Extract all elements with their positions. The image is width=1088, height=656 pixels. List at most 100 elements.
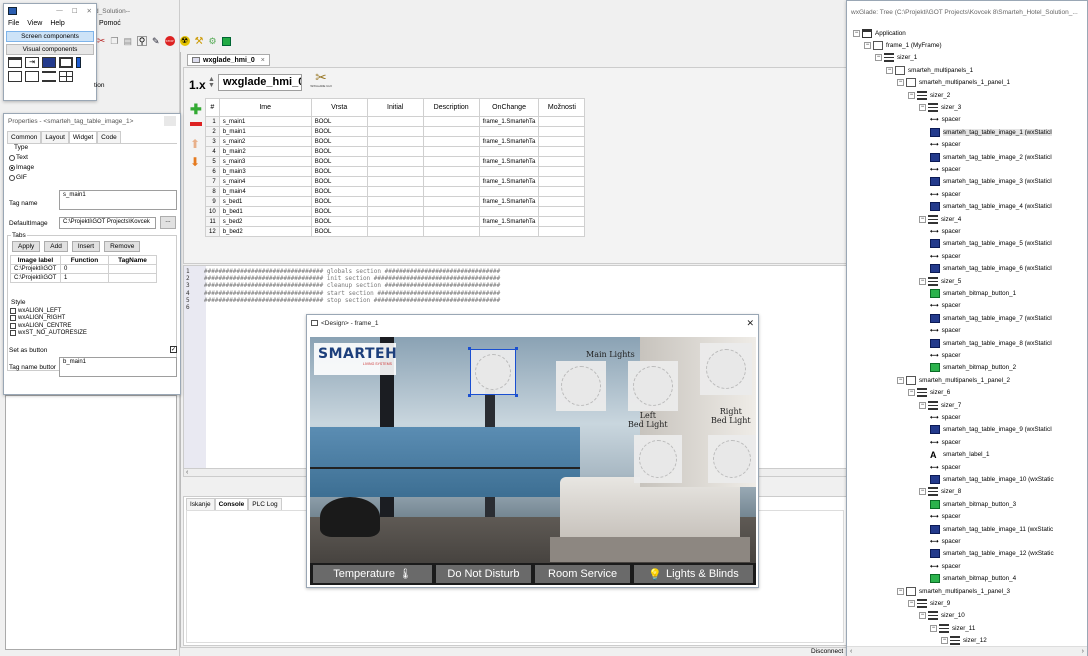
table-cell[interactable]: BOOL: [310, 176, 368, 187]
tree-item[interactable]: − sizer_12: [941, 635, 987, 645]
table-cell[interactable]: [478, 166, 540, 177]
move-down-icon[interactable]: ⬇: [190, 155, 200, 169]
collapse-icon[interactable]: −: [897, 376, 904, 384]
col-header[interactable]: TagName: [108, 255, 157, 265]
table-cell[interactable]: [366, 216, 424, 227]
tree-item[interactable]: smarteh_tag_table_image_9 (wxStaticI: [930, 424, 1052, 436]
table-cell[interactable]: [538, 136, 586, 147]
tab-widget[interactable]: Widget: [68, 131, 98, 143]
table-cell[interactable]: frame_1.SmartehTa: [478, 176, 540, 187]
collapse-icon[interactable]: −: [864, 41, 871, 49]
table-cell[interactable]: BOOL: [310, 226, 368, 237]
table-cell[interactable]: [366, 136, 424, 147]
tree-item[interactable]: − Application: [853, 27, 906, 39]
maximize-icon[interactable]: ☐: [72, 7, 78, 15]
table-cell[interactable]: s_main3: [218, 156, 312, 167]
stop-icon[interactable]: STOP: [164, 36, 175, 46]
pencil-icon[interactable]: ✎: [152, 36, 160, 47]
col-header[interactable]: Function: [60, 255, 109, 265]
tree-hscroll[interactable]: ‹ ›: [847, 646, 1087, 656]
table-row[interactable]: 3 s_main2 BOOL frame_1.SmartehTa: [205, 136, 586, 147]
panel-tool-icon[interactable]: [8, 57, 22, 68]
table-cell[interactable]: [366, 116, 424, 127]
table-cell[interactable]: 2: [205, 126, 220, 137]
collapse-icon[interactable]: −: [897, 587, 904, 595]
table-row[interactable]: 5 s_main3 BOOL frame_1.SmartehTa: [205, 156, 586, 167]
table-cell[interactable]: BOOL: [310, 196, 368, 207]
table-cell[interactable]: 6: [205, 166, 220, 177]
col-header[interactable]: OnChange: [478, 98, 540, 117]
tree-item[interactable]: − sizer_1: [875, 52, 917, 64]
table-row[interactable]: C:\Projekti\GOT 0: [10, 264, 157, 274]
tree-item[interactable]: − sizer_5: [919, 275, 961, 287]
tree-item[interactable]: smarteh_tag_table_image_7 (wxStaticI: [930, 312, 1052, 324]
menu-file[interactable]: File: [8, 20, 19, 27]
tree-item[interactable]: ⟷ spacer: [930, 114, 961, 126]
table-cell[interactable]: BOOL: [310, 166, 368, 177]
table-cell[interactable]: frame_1.SmartehTa: [478, 116, 540, 127]
tree-item[interactable]: smarteh_tag_table_image_1 (wxStaticI: [930, 126, 1052, 138]
tree-item[interactable]: ⟷ spacer: [930, 163, 961, 175]
room-service-button[interactable]: Room Service: [535, 565, 631, 583]
tree-item[interactable]: − sizer_10: [919, 610, 965, 622]
table-cell[interactable]: BOOL: [310, 136, 368, 147]
add-row-icon[interactable]: ✚: [190, 102, 202, 116]
table-cell[interactable]: [422, 186, 480, 197]
tree-item[interactable]: smarteh_tag_table_image_4 (wxStaticI: [930, 201, 1052, 213]
table-cell[interactable]: [422, 116, 480, 127]
table-cell[interactable]: b_main1: [218, 126, 312, 137]
tree-item[interactable]: ⟷ spacer: [930, 349, 961, 361]
table-cell[interactable]: [538, 116, 586, 127]
tree-item[interactable]: − sizer_9: [908, 597, 950, 609]
close-icon[interactable]: ✕: [746, 318, 754, 329]
cut-icon[interactable]: ✂: [97, 36, 105, 47]
table-cell[interactable]: [366, 126, 424, 137]
table-cell[interactable]: [538, 176, 586, 187]
table-cell[interactable]: [366, 206, 424, 217]
table-cell[interactable]: BOOL: [310, 126, 368, 137]
table-cell[interactable]: 1: [60, 273, 109, 283]
tree-item[interactable]: − sizer_3: [919, 101, 961, 113]
table-row[interactable]: 1 s_main1 BOOL frame_1.SmartehTa: [205, 116, 586, 127]
table-cell[interactable]: [538, 216, 586, 227]
table-cell[interactable]: s_bed2: [218, 216, 312, 227]
paste-icon[interactable]: ▤: [123, 36, 132, 47]
table-cell[interactable]: [422, 196, 480, 207]
collapse-icon[interactable]: −: [919, 488, 926, 496]
table-cell[interactable]: [422, 136, 480, 147]
table-row[interactable]: 12 b_bed2 BOOL: [205, 226, 586, 237]
table-cell[interactable]: C:\Projekti\GOT: [10, 264, 61, 274]
collapse-icon[interactable]: −: [875, 54, 882, 62]
table-cell[interactable]: frame_1.SmartehTa: [478, 156, 540, 167]
editor-menu-fragment[interactable]: Pomoć: [99, 20, 121, 27]
radio-image[interactable]: Image: [9, 164, 34, 171]
chip-icon[interactable]: [221, 36, 231, 46]
tag-name-field[interactable]: s_main1: [59, 190, 177, 210]
table-cell[interactable]: 1: [205, 116, 220, 127]
col-header[interactable]: Možnosti: [538, 98, 586, 117]
grid-tool-icon[interactable]: [59, 71, 73, 82]
collapse-icon[interactable]: −: [919, 103, 926, 111]
scroll-left-icon[interactable]: ‹: [850, 647, 852, 656]
table-cell[interactable]: BOOL: [310, 216, 368, 227]
tree-item[interactable]: ⟷ spacer: [930, 560, 961, 572]
table-cell[interactable]: BOOL: [310, 146, 368, 157]
table-cell[interactable]: [366, 146, 424, 157]
table-cell[interactable]: 4: [205, 146, 220, 157]
tree-item[interactable]: Asmarteh_label_1: [930, 449, 990, 461]
table-cell[interactable]: [478, 206, 540, 217]
tree-item[interactable]: − sizer_8: [919, 486, 961, 498]
table-row[interactable]: 8 b_main4 BOOL: [205, 186, 586, 197]
table-cell[interactable]: [366, 166, 424, 177]
table-cell[interactable]: 7: [205, 176, 220, 187]
table-cell[interactable]: b_main4: [218, 186, 312, 197]
table-cell[interactable]: frame_1.SmartehTa: [478, 136, 540, 147]
tab-common[interactable]: Common: [7, 131, 42, 143]
tab-layout[interactable]: Layout: [41, 131, 69, 143]
table-cell[interactable]: BOOL: [310, 206, 368, 217]
menu-help[interactable]: Help: [50, 20, 64, 27]
collapse-icon[interactable]: −: [919, 277, 926, 285]
settings-icon[interactable]: ⚙: [209, 36, 217, 47]
tree-item[interactable]: smarteh_bitmap_button_4: [930, 573, 1016, 585]
col-header[interactable]: Ime: [218, 98, 312, 117]
